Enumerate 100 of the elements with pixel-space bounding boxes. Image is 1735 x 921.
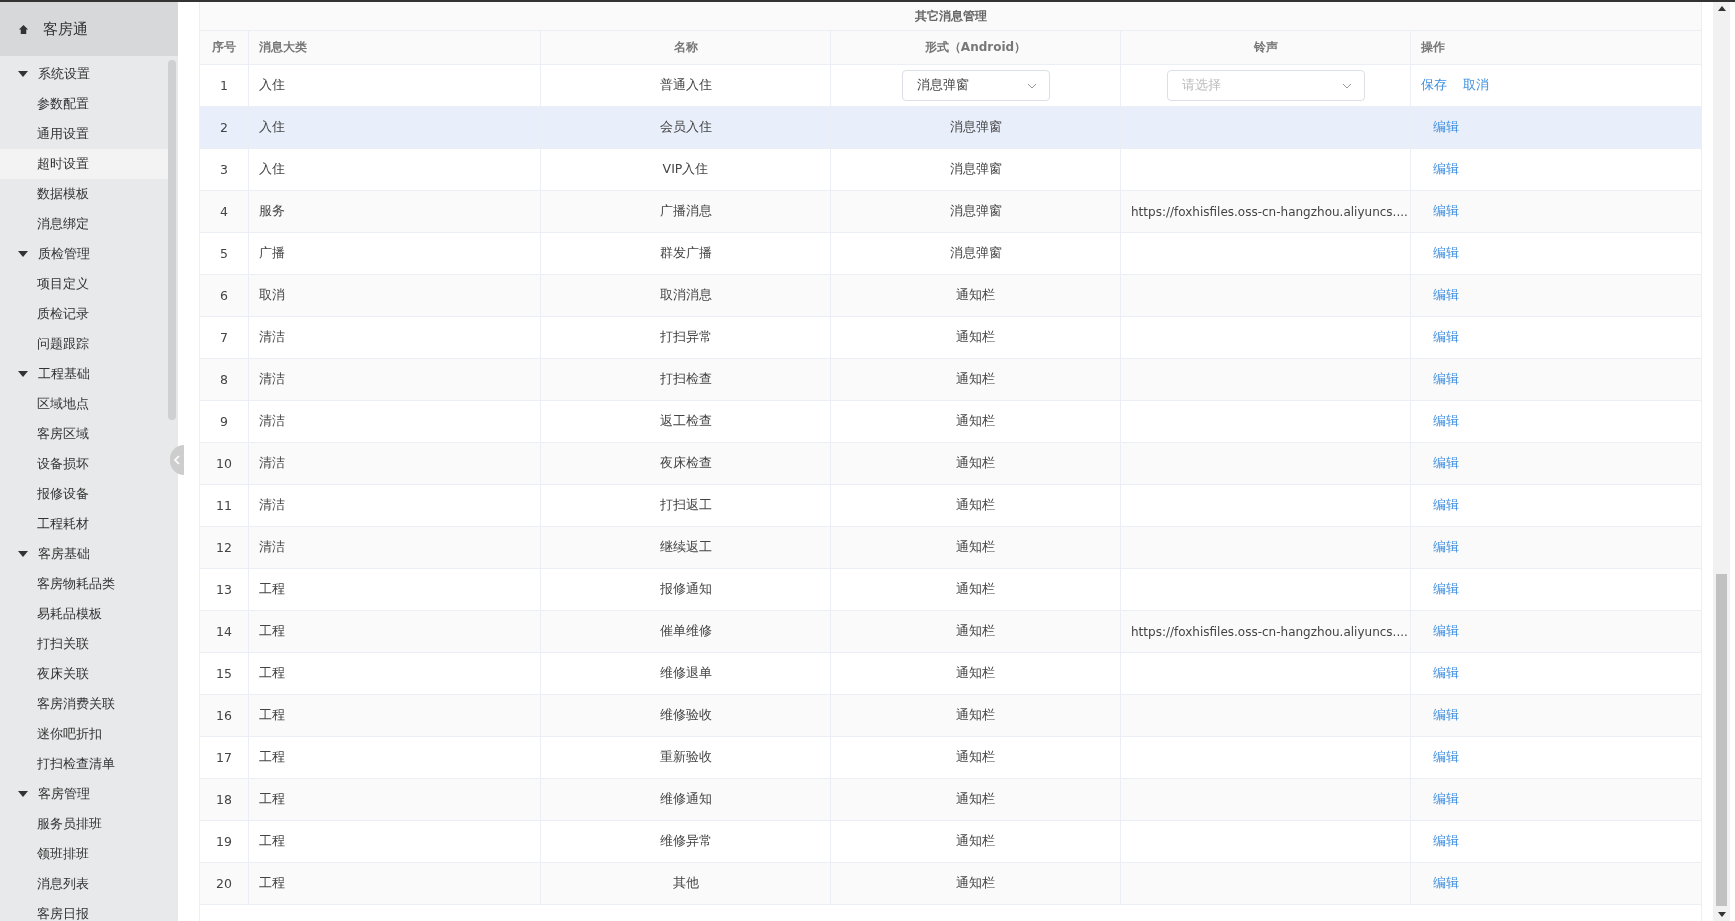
table-row[interactable]: 15 工程 维修退单 通知栏 编辑 [200, 653, 1701, 695]
menu-item[interactable]: 质检记录 [0, 299, 168, 329]
menu-item[interactable]: 区域地点 [0, 389, 168, 419]
table-row[interactable]: 20 工程 其他 通知栏 编辑 [200, 863, 1701, 905]
menu-item[interactable]: 客房消费关联 [0, 689, 168, 719]
column-header: 序号 [200, 31, 249, 64]
menu-group[interactable]: 客房管理 [0, 779, 168, 809]
table-cell: 入住 [249, 107, 541, 148]
table-cell: 工程 [249, 569, 541, 610]
edit-link[interactable]: 编辑 [1433, 161, 1459, 178]
table-cell: 通知栏 [831, 569, 1121, 610]
table-row[interactable]: 4 服务 广播消息 消息弹窗 https://foxhisfiles.oss-cn-hangzhou.aliyuncs.... 编辑 [200, 191, 1701, 233]
table-cell: 入住 [249, 149, 541, 190]
table-row[interactable]: 3 入住 VIP入住 消息弹窗 编辑 [200, 149, 1701, 191]
menu-item[interactable]: 打扫检查清单 [0, 749, 168, 779]
table-row[interactable]: 9 清洁 返工检查 通知栏 编辑 [200, 401, 1701, 443]
caret-icon [18, 251, 28, 257]
menu-item[interactable]: 超时设置 [0, 149, 168, 179]
edit-link[interactable]: 编辑 [1433, 833, 1459, 850]
table-cell: 通知栏 [831, 695, 1121, 736]
form-select[interactable]: 消息弹窗 [901, 70, 1050, 101]
scroll-up-icon[interactable] [1717, 6, 1726, 11]
table-cell: 通知栏 [831, 863, 1121, 904]
table-cell: 消息弹窗 [831, 233, 1121, 274]
menu-item[interactable]: 设备损坏 [0, 449, 168, 479]
table-row[interactable]: 2 入住 会员入住 消息弹窗 编辑 [200, 107, 1701, 149]
action-link[interactable]: 取消 [1463, 77, 1489, 94]
table-cell: 1 [200, 65, 249, 106]
table-cell: 入住 [249, 65, 541, 106]
table-row[interactable]: 6 取消 取消消息 通知栏 编辑 [200, 275, 1701, 317]
menu-item[interactable]: 数据模板 [0, 179, 168, 209]
table-row[interactable]: 8 清洁 打扫检查 通知栏 编辑 [200, 359, 1701, 401]
menu-item[interactable]: 客房日报 [0, 899, 168, 921]
menu-item[interactable]: 打扫关联 [0, 629, 168, 659]
table-cell: 14 [200, 611, 249, 652]
table-cell: 通知栏 [831, 611, 1121, 652]
edit-link[interactable]: 编辑 [1433, 245, 1459, 262]
table-row[interactable]: 1 入住 普通入住 消息弹窗 请选择 保存 取消 [200, 65, 1701, 107]
table-row[interactable]: 10 清洁 夜床检查 通知栏 编辑 [200, 443, 1701, 485]
menu-item[interactable]: 报修设备 [0, 479, 168, 509]
menu-item[interactable]: 服务员排班 [0, 809, 168, 839]
menu-item[interactable]: 客房区域 [0, 419, 168, 449]
menu-item[interactable]: 易耗品模板 [0, 599, 168, 629]
menu-group[interactable]: 系统设置 [0, 59, 168, 89]
menu-item[interactable]: 客房物耗品类 [0, 569, 168, 599]
menu-item[interactable]: 领班排班 [0, 839, 168, 869]
table-cell: 工程 [249, 779, 541, 820]
table-row[interactable]: 5 广播 群发广播 消息弹窗 编辑 [200, 233, 1701, 275]
table-cell: https://foxhisfiles.oss-cn-hangzhou.aliyuncs.... [1121, 611, 1411, 652]
menu-item[interactable]: 参数配置 [0, 89, 168, 119]
action-link[interactable]: 保存 [1421, 77, 1447, 94]
table-cell: 通知栏 [831, 737, 1121, 778]
scrollbar-thumb[interactable] [168, 60, 176, 420]
table-row[interactable]: 19 工程 维修异常 通知栏 编辑 [200, 821, 1701, 863]
table-cell: 服务 [249, 191, 541, 232]
collapse-button[interactable] [170, 445, 184, 475]
edit-link[interactable]: 编辑 [1433, 665, 1459, 682]
table-cell: 工程 [249, 737, 541, 778]
menu-item[interactable]: 夜床关联 [0, 659, 168, 689]
edit-link[interactable]: 编辑 [1433, 329, 1459, 346]
table-row[interactable]: 16 工程 维修验收 通知栏 编辑 [200, 695, 1701, 737]
scroll-down-icon[interactable] [1717, 912, 1726, 917]
menu-item[interactable]: 通用设置 [0, 119, 168, 149]
column-header: 铃声 [1121, 31, 1411, 64]
menu-item[interactable]: 消息列表 [0, 869, 168, 899]
menu-item[interactable]: 消息绑定 [0, 209, 168, 239]
table-cell: 清洁 [249, 443, 541, 484]
menu-item[interactable]: 项目定义 [0, 269, 168, 299]
menu-group[interactable]: 客房基础 [0, 539, 168, 569]
edit-link[interactable]: 编辑 [1433, 497, 1459, 514]
table-row[interactable]: 11 清洁 打扫返工 通知栏 编辑 [200, 485, 1701, 527]
table-cell: 工程 [249, 863, 541, 904]
scrollbar-thumb[interactable] [1716, 574, 1727, 906]
table-title: 其它消息管理 [200, 2, 1701, 31]
table-cell: 工程 [249, 821, 541, 862]
app-title: 客房通 [43, 19, 88, 39]
menu-item[interactable]: 工程耗材 [0, 509, 168, 539]
scrollbar[interactable] [1713, 2, 1730, 921]
edit-link[interactable]: 编辑 [1433, 413, 1459, 430]
table-cell: 普通入住 [541, 65, 831, 106]
edit-link[interactable]: 编辑 [1433, 749, 1459, 766]
table-row[interactable]: 12 清洁 继续返工 通知栏 编辑 [200, 527, 1701, 569]
table-row[interactable]: 7 清洁 打扫异常 通知栏 编辑 [200, 317, 1701, 359]
table-cell: 工程 [249, 653, 541, 694]
table-row[interactable]: 18 工程 维修通知 通知栏 编辑 [200, 779, 1701, 821]
table-cell: 清洁 [249, 485, 541, 526]
table-row[interactable]: 14 工程 催单维修 通知栏 https://foxhisfiles.oss-cn-hangzhou.aliyuncs.... 编辑 [200, 611, 1701, 653]
table-cell: 维修退单 [541, 653, 831, 694]
table-cell: 10 [200, 443, 249, 484]
edit-link[interactable]: 编辑 [1433, 581, 1459, 598]
column-header: 形式（Android） [831, 31, 1121, 64]
table-row[interactable]: 13 工程 报修通知 通知栏 编辑 [200, 569, 1701, 611]
table-row[interactable]: 17 工程 重新验收 通知栏 编辑 [200, 737, 1701, 779]
table-cell: 通知栏 [831, 317, 1121, 358]
menu-item[interactable]: 问题跟踪 [0, 329, 168, 359]
menu-group[interactable]: 质检管理 [0, 239, 168, 269]
table-cell: 打扫返工 [541, 485, 831, 526]
caret-icon [18, 371, 28, 377]
menu-group[interactable]: 工程基础 [0, 359, 168, 389]
menu-item[interactable]: 迷你吧折扣 [0, 719, 168, 749]
